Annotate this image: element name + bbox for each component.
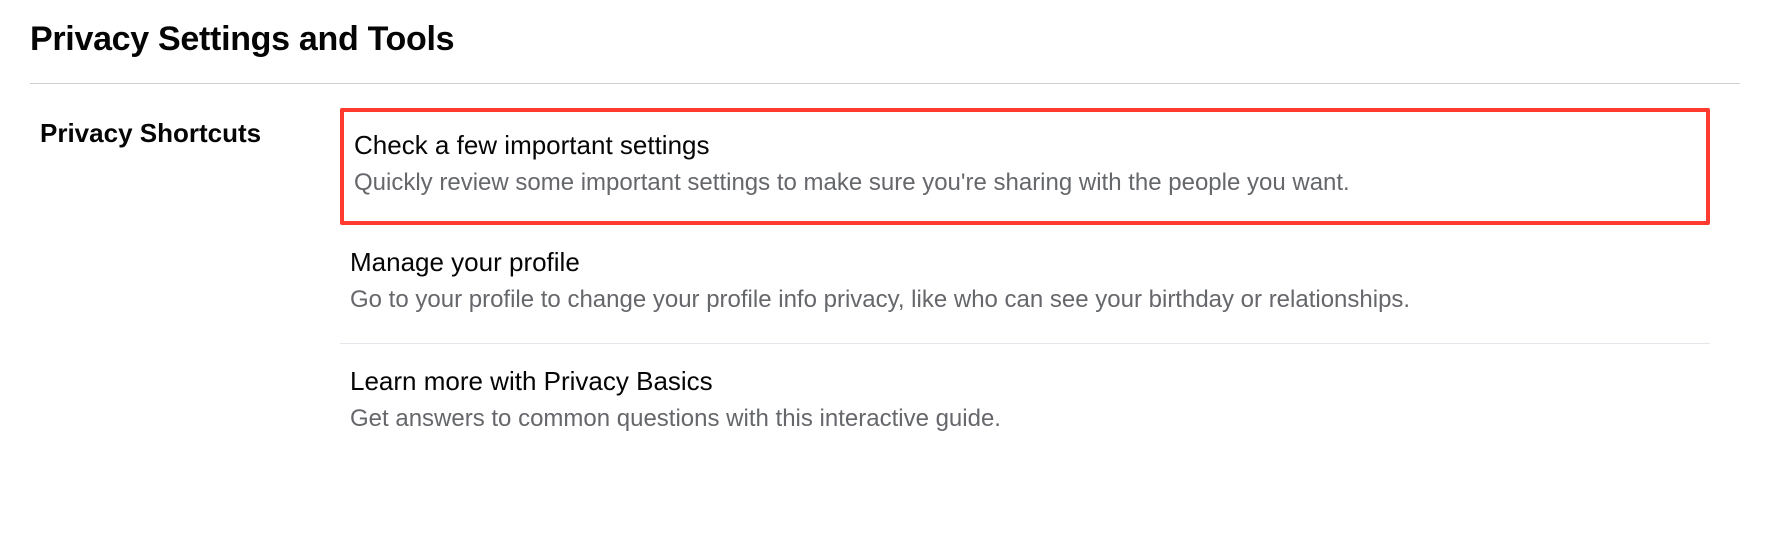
header-divider — [30, 83, 1740, 84]
shortcut-learn-more-privacy-basics[interactable]: Learn more with Privacy Basics Get answe… — [340, 344, 1710, 461]
shortcut-check-important-settings[interactable]: Check a few important settings Quickly r… — [340, 108, 1710, 225]
shortcut-description: Go to your profile to change your profil… — [350, 284, 1700, 316]
shortcut-description: Get answers to common questions with thi… — [350, 403, 1700, 435]
shortcut-title: Manage your profile — [350, 247, 1700, 278]
page-title: Privacy Settings and Tools — [30, 20, 1740, 59]
shortcut-title: Learn more with Privacy Basics — [350, 366, 1700, 397]
content-row: Privacy Shortcuts Check a few important … — [30, 108, 1740, 461]
shortcut-manage-your-profile[interactable]: Manage your profile Go to your profile t… — [340, 225, 1710, 343]
shortcuts-list: Check a few important settings Quickly r… — [340, 108, 1740, 461]
shortcut-title: Check a few important settings — [354, 130, 1696, 161]
shortcut-description: Quickly review some important settings t… — [354, 167, 1696, 199]
section-label-privacy-shortcuts: Privacy Shortcuts — [30, 108, 340, 149]
